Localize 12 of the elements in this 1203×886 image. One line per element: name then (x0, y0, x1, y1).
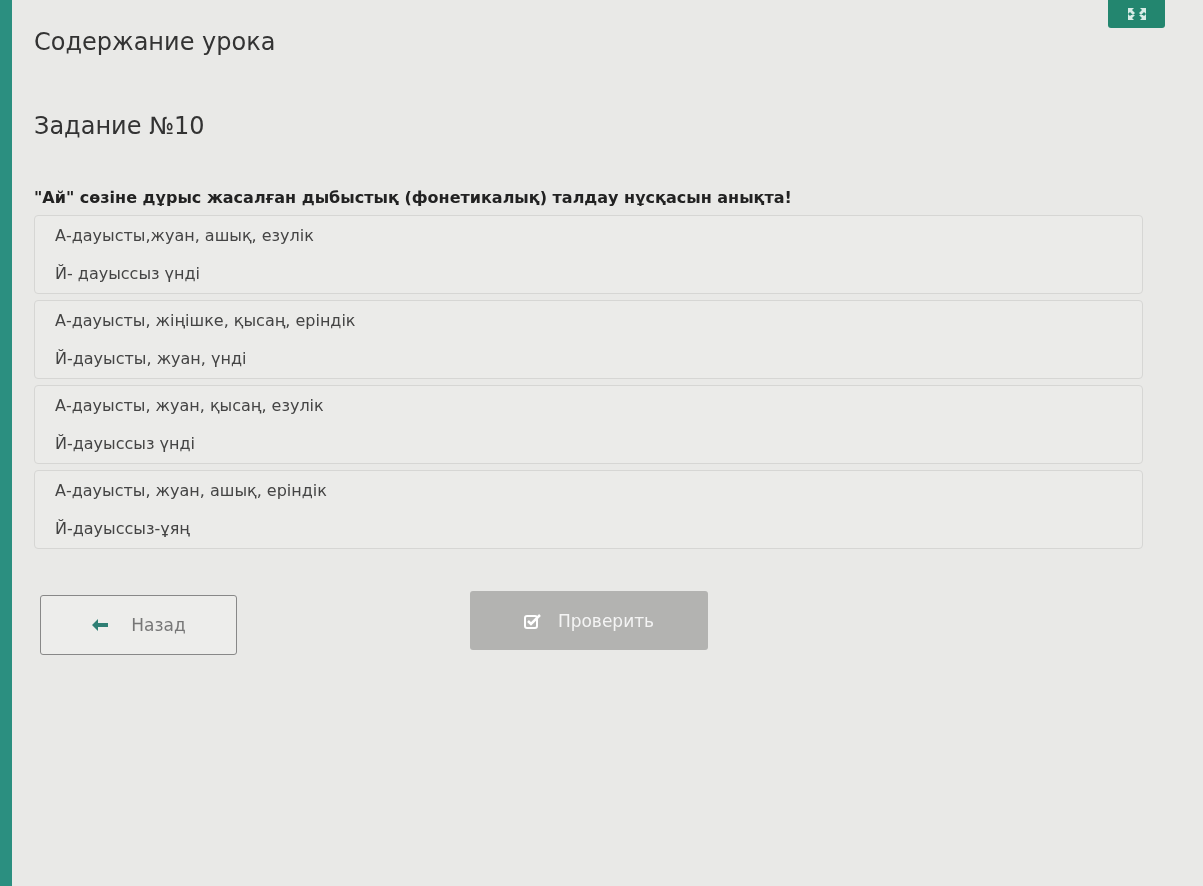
answer-option[interactable]: А-дауысты, жіңішке, қысаң, еріндік Й-дауысты, жуан, үнді (34, 300, 1143, 379)
fullscreen-button[interactable] (1108, 0, 1165, 28)
page-title: Содержание урока (34, 28, 277, 56)
answer-option[interactable]: А-дауысты, жуан, қысаң, езулік Й-дауыссыз үнді (34, 385, 1143, 464)
expand-icon (1125, 6, 1148, 22)
answer-option[interactable]: А-дауысты, жуан, ашық, еріндік Й-дауыссыз-ұяң (34, 470, 1143, 549)
back-button[interactable]: Назад (40, 595, 237, 655)
question-text: "Ай" сөзіне дұрыс жасалған дыбыстық (фонетикалық) талдау нұсқасын анықта! (34, 188, 793, 207)
checkbox-icon (523, 612, 542, 629)
task-title: Задание №10 (34, 112, 206, 140)
arrow-left-icon (91, 618, 110, 632)
answer-option[interactable]: А-дауысты,жуан, ашық, езулік Й- дауыссыз үнді (34, 215, 1143, 294)
